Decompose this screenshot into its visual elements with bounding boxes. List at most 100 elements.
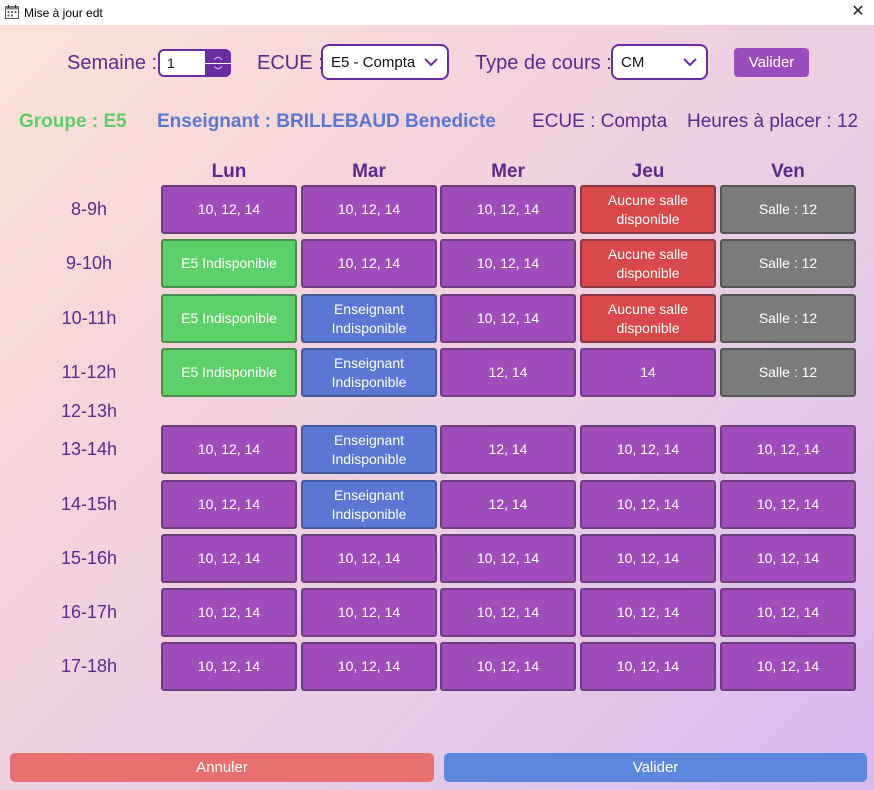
slot-cell[interactable]: 10, 12, 14 (161, 534, 297, 583)
slot-cell[interactable]: E5 Indisponible (161, 348, 297, 397)
slot-cell-text: 12, 14 (488, 364, 528, 380)
slot-cell[interactable]: E5 Indisponible (161, 294, 297, 343)
slot-cell-text: Aucune salle disponible (607, 300, 689, 336)
slot-cell-text: E5 Indisponible (181, 255, 277, 271)
slot-cell-text: 12, 14 (488, 441, 528, 457)
slot-cell[interactable]: 14 (580, 348, 716, 397)
day-header-lun: Lun (211, 161, 247, 182)
slot-cell-text: 10, 12, 14 (337, 658, 401, 674)
ecue-select[interactable]: E5 - Compta (321, 44, 449, 80)
slot-cell-text: 10, 12, 14 (476, 255, 540, 271)
slot-cell[interactable]: 10, 12, 14 (161, 642, 297, 691)
slot-cell[interactable]: 10, 12, 14 (580, 480, 716, 529)
slot-cell-text: 10, 12, 14 (476, 201, 540, 217)
slot-cell-text: Aucune salle disponible (607, 191, 689, 227)
slot-cell-text: Enseignant Indisponible (331, 431, 407, 467)
window-title: Mise à jour edt (24, 6, 103, 20)
slot-cell-text: Salle : 12 (758, 364, 818, 380)
slot-cell[interactable]: Aucune salle disponible (580, 239, 716, 288)
slot-cell[interactable]: Salle : 12 (720, 348, 856, 397)
slot-cell[interactable]: 10, 12, 14 (301, 534, 437, 583)
groupe-info: Groupe : E5 (19, 111, 127, 132)
slot-cell[interactable]: 10, 12, 14 (161, 425, 297, 474)
slot-cell-text: 10, 12, 14 (756, 604, 820, 620)
slot-cell-text: 10, 12, 14 (197, 201, 261, 217)
slot-cell[interactable]: 10, 12, 14 (301, 239, 437, 288)
slot-cell-text: 10, 12, 14 (476, 310, 540, 326)
slot-cell[interactable]: 10, 12, 14 (440, 588, 576, 637)
semaine-spinbox[interactable]: 1 ︿ ﹀ (158, 49, 231, 77)
slot-cell[interactable]: 10, 12, 14 (161, 588, 297, 637)
slot-cell[interactable]: 12, 14 (440, 480, 576, 529)
slot-cell[interactable]: Aucune salle disponible (580, 294, 716, 343)
slot-cell-text: Enseignant Indisponible (331, 300, 407, 336)
ecue-label: ECUE : (257, 52, 324, 74)
slot-cell[interactable]: 10, 12, 14 (720, 534, 856, 583)
slot-cell[interactable]: 10, 12, 14 (301, 185, 437, 234)
slot-cell[interactable]: 10, 12, 14 (720, 588, 856, 637)
slot-cell-text: Enseignant Indisponible (331, 354, 407, 390)
annuler-button[interactable]: Annuler (10, 753, 434, 782)
slot-cell[interactable]: 10, 12, 14 (580, 588, 716, 637)
slot-cell-text: 10, 12, 14 (756, 550, 820, 566)
type-cours-value: CM (621, 54, 645, 71)
slot-cell[interactable]: Enseignant Indisponible (301, 425, 437, 474)
slot-cell[interactable]: 10, 12, 14 (720, 425, 856, 474)
slot-cell[interactable]: 10, 12, 14 (440, 294, 576, 343)
semaine-value[interactable]: 1 (167, 55, 175, 71)
slot-cell-text: 10, 12, 14 (756, 496, 820, 512)
slot-cell[interactable]: 12, 14 (440, 348, 576, 397)
close-icon[interactable]: ✕ (848, 2, 868, 22)
calendar-icon (5, 5, 19, 19)
slot-cell[interactable]: 10, 12, 14 (720, 642, 856, 691)
slot-cell[interactable]: 10, 12, 14 (301, 588, 437, 637)
hour-label: 10-11h (61, 307, 117, 328)
main-panel: Semaine : 1 ︿ ﹀ ECUE : E5 - Compta Type … (0, 25, 874, 790)
slot-cell-text: 10, 12, 14 (197, 550, 261, 566)
slot-cell[interactable]: Enseignant Indisponible (301, 480, 437, 529)
slot-cell[interactable]: 10, 12, 14 (440, 185, 576, 234)
slot-cell[interactable]: 10, 12, 14 (580, 534, 716, 583)
ecue-info: ECUE : Compta (532, 111, 668, 132)
slot-cell-text: Salle : 12 (758, 310, 818, 326)
valider-button[interactable]: Valider (444, 753, 867, 782)
hour-label: 16-17h (60, 601, 118, 622)
slot-cell[interactable]: 10, 12, 14 (161, 480, 297, 529)
day-header-jeu: Jeu (631, 161, 665, 182)
slot-cell[interactable]: Salle : 12 (720, 239, 856, 288)
slot-cell[interactable]: 12, 14 (440, 425, 576, 474)
hour-label: 17-18h (60, 655, 118, 676)
slot-cell[interactable]: Aucune salle disponible (580, 185, 716, 234)
valider-filter-button[interactable]: Valider (734, 48, 809, 77)
slot-cell[interactable]: Enseignant Indisponible (301, 348, 437, 397)
slot-cell[interactable]: 10, 12, 14 (580, 425, 716, 474)
slot-cell-text: 10, 12, 14 (616, 550, 680, 566)
slot-cell[interactable]: 10, 12, 14 (440, 239, 576, 288)
slot-cell-text: Salle : 12 (758, 255, 818, 271)
slot-cell[interactable]: 10, 12, 14 (440, 642, 576, 691)
slot-cell-text: 10, 12, 14 (197, 604, 261, 620)
slot-cell[interactable]: Salle : 12 (720, 294, 856, 343)
slot-cell[interactable]: 10, 12, 14 (580, 642, 716, 691)
slot-cell-text: 10, 12, 14 (337, 201, 401, 217)
slot-cell-text: 10, 12, 14 (616, 496, 680, 512)
slot-cell-text: 10, 12, 14 (197, 441, 261, 457)
slot-cell[interactable]: 10, 12, 14 (720, 480, 856, 529)
title-bar: Mise à jour edt ✕ (0, 0, 874, 25)
type-cours-select[interactable]: CM (611, 44, 708, 80)
slot-cell-text: 10, 12, 14 (337, 604, 401, 620)
slot-cell[interactable]: 10, 12, 14 (301, 642, 437, 691)
slot-cell[interactable]: Enseignant Indisponible (301, 294, 437, 343)
slot-cell[interactable]: 10, 12, 14 (440, 534, 576, 583)
chevron-down-icon[interactable]: ﹀ (205, 63, 231, 77)
slot-cell[interactable]: Salle : 12 (720, 185, 856, 234)
slot-cell-text: Salle : 12 (758, 201, 818, 217)
slot-cell[interactable]: 10, 12, 14 (161, 185, 297, 234)
chevron-up-icon[interactable]: ︿ (205, 49, 231, 63)
slot-cell-text: 10, 12, 14 (756, 658, 820, 674)
slot-cell-text: 10, 12, 14 (476, 658, 540, 674)
slot-cell-text: 10, 12, 14 (197, 496, 261, 512)
hour-label: 15-16h (60, 547, 118, 568)
slot-cell[interactable]: E5 Indisponible (161, 239, 297, 288)
slot-cell-text: Enseignant Indisponible (331, 486, 407, 522)
